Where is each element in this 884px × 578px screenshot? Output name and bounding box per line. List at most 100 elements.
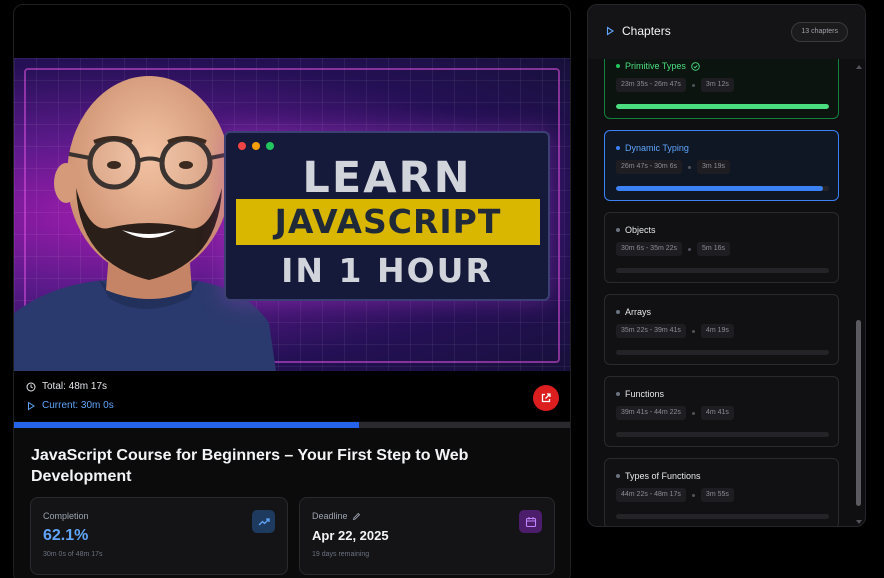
chapter-range: 35m 22s - 39m 41s	[616, 324, 686, 338]
total-duration: Total: 48m 17s	[26, 381, 107, 392]
chapters-title-row: Chapters	[605, 24, 671, 38]
chapter-times: 23m 35s - 26m 47s 3m 12s	[616, 78, 734, 92]
video-progress-fill	[14, 422, 360, 428]
chapter-name: Functions	[625, 389, 665, 399]
chapter-progress-bar	[616, 432, 829, 437]
video-card: LEARN JAVASCRIPT IN 1 HOUR Total: 48m 17…	[13, 4, 571, 578]
chapter-times: 26m 47s - 30m 6s 3m 19s	[616, 160, 730, 174]
chapter-bullet-icon	[616, 228, 620, 232]
separator-dot	[691, 493, 695, 497]
chapter-range: 23m 35s - 26m 47s	[616, 78, 686, 92]
play-icon	[28, 401, 35, 410]
chapter-item[interactable]: Types of Functions 44m 22s - 48m 17s 3m 55…	[604, 458, 839, 526]
chapters-scrollbar[interactable]	[855, 63, 863, 526]
chapter-times: 30m 6s - 35m 22s 5m 16s	[616, 242, 730, 256]
thumbnail-text-line1: LEARN	[302, 153, 472, 203]
video-progress-bar[interactable]	[14, 422, 570, 428]
thumbnail-code-window: LEARN JAVASCRIPT IN 1 HOUR	[224, 131, 550, 301]
chapter-times: 35m 22s - 39m 41s 4m 19s	[616, 324, 734, 338]
scroll-up-arrow-icon[interactable]	[856, 65, 862, 69]
chapter-progress-bar	[616, 350, 829, 355]
chapter-item[interactable]: Functions 39m 41s - 44m 22s 4m 41s	[604, 376, 839, 447]
video-top-bar	[14, 5, 570, 58]
deadline-card: Deadline Apr 22, 2025 19 days remaining	[299, 497, 555, 575]
completion-sub: 30m 0s of 48m 17s	[43, 551, 103, 558]
separator-dot	[688, 247, 692, 251]
chapter-bullet-icon	[616, 310, 620, 314]
video-thumbnail[interactable]: LEARN JAVASCRIPT IN 1 HOUR	[14, 58, 570, 371]
chapter-name: Primitive Types	[625, 61, 686, 71]
trending-up-icon	[252, 510, 275, 533]
window-dot-red	[238, 142, 246, 150]
chapter-progress-bar	[616, 186, 829, 191]
chapter-item[interactable]: Primitive Types 23m 35s - 26m 47s 3m 12s	[604, 59, 839, 119]
chapter-duration: 4m 41s	[700, 406, 734, 420]
current-time: Current: 30m 0s	[26, 400, 114, 411]
window-dot-green	[266, 142, 274, 150]
deadline-label: Deadline	[312, 511, 348, 521]
clock-icon	[26, 382, 36, 391]
chapter-bullet-icon	[616, 64, 620, 68]
chapter-duration: 4m 19s	[700, 324, 734, 338]
current-time-label: Current: 30m 0s	[42, 400, 114, 411]
chapter-title: Primitive Types	[616, 61, 700, 71]
chapter-title: Functions	[616, 389, 664, 399]
chapter-times: 44m 22s - 48m 17s 3m 55s	[616, 488, 734, 502]
chapter-range: 30m 6s - 35m 22s	[616, 242, 683, 256]
chapter-bullet-icon	[616, 392, 620, 396]
edit-pencil-icon[interactable]	[352, 512, 361, 521]
completion-card: Completion 62.1% 30m 0s of 48m 17s	[30, 497, 288, 575]
chapters-header: Chapters 13 chapters	[588, 5, 865, 59]
chapters-count-badge: 13 chapters	[791, 22, 848, 42]
deadline-sub: 19 days remaining	[312, 551, 370, 558]
chapter-range: 39m 41s - 44m 22s	[616, 406, 686, 420]
chapter-duration: 5m 16s	[697, 242, 730, 256]
completion-label: Completion	[43, 511, 89, 521]
completion-value: 62.1%	[43, 527, 89, 544]
chapter-bullet-icon	[616, 146, 620, 150]
chapter-bullet-icon	[616, 474, 620, 478]
play-icon	[606, 26, 615, 36]
chapters-title: Chapters	[622, 24, 671, 38]
video-controls: Total: 48m 17s Current: 30m 0s	[14, 371, 570, 421]
deadline-label-row: Deadline	[312, 511, 361, 521]
scroll-thumb[interactable]	[856, 320, 861, 506]
separator-dot	[691, 411, 695, 415]
window-dot-yellow	[252, 142, 260, 150]
separator-dot	[691, 83, 695, 87]
external-link-icon	[541, 393, 551, 403]
deadline-value: Apr 22, 2025	[312, 528, 389, 543]
chapter-progress-bar	[616, 104, 829, 109]
chapter-title: Arrays	[616, 307, 651, 317]
chapter-times: 39m 41s - 44m 22s 4m 41s	[616, 406, 734, 420]
chapter-duration: 3m 19s	[697, 160, 730, 174]
chapter-item[interactable]: Objects 30m 6s - 35m 22s 5m 16s	[604, 212, 839, 283]
course-player-page: LEARN JAVASCRIPT IN 1 HOUR Total: 48m 17…	[0, 0, 884, 578]
chapter-title: Dynamic Typing	[616, 143, 689, 153]
separator-dot	[691, 329, 695, 333]
total-duration-label: Total: 48m 17s	[42, 381, 108, 392]
chapter-progress-bar	[616, 268, 829, 273]
chapter-progress-bar	[616, 514, 829, 519]
thumbnail-text-line2: JAVASCRIPT	[236, 199, 540, 245]
chapter-item[interactable]: Dynamic Typing 26m 47s - 30m 6s 3m 19s	[604, 130, 839, 201]
chapter-name: Arrays	[625, 307, 652, 317]
calendar-icon[interactable]	[519, 510, 542, 533]
chapter-duration: 3m 55s	[700, 488, 734, 502]
chapter-progress-fill	[616, 186, 823, 191]
chapters-list[interactable]: Primitive Types 23m 35s - 26m 47s 3m 12s Dy…	[588, 59, 858, 526]
chapters-panel: Chapters 13 chapters Primitive Types 23m …	[587, 4, 866, 527]
chapter-name: Types of Functions	[625, 471, 701, 481]
chapter-name: Objects	[625, 225, 656, 235]
chapter-title: Objects	[616, 225, 656, 235]
chapter-range: 44m 22s - 48m 17s	[616, 488, 686, 502]
scroll-down-arrow-icon[interactable]	[856, 520, 862, 524]
course-title: JavaScript Course for Beginners – Your F…	[31, 447, 469, 485]
chapter-item[interactable]: Arrays 35m 22s - 39m 41s 4m 19s	[604, 294, 839, 365]
chapter-duration: 3m 12s	[700, 78, 734, 92]
check-circle-icon	[691, 61, 700, 71]
open-external-button[interactable]	[533, 385, 559, 411]
chapter-progress-fill	[616, 104, 829, 109]
chapter-range: 26m 47s - 30m 6s	[616, 160, 683, 174]
separator-dot	[688, 165, 692, 169]
